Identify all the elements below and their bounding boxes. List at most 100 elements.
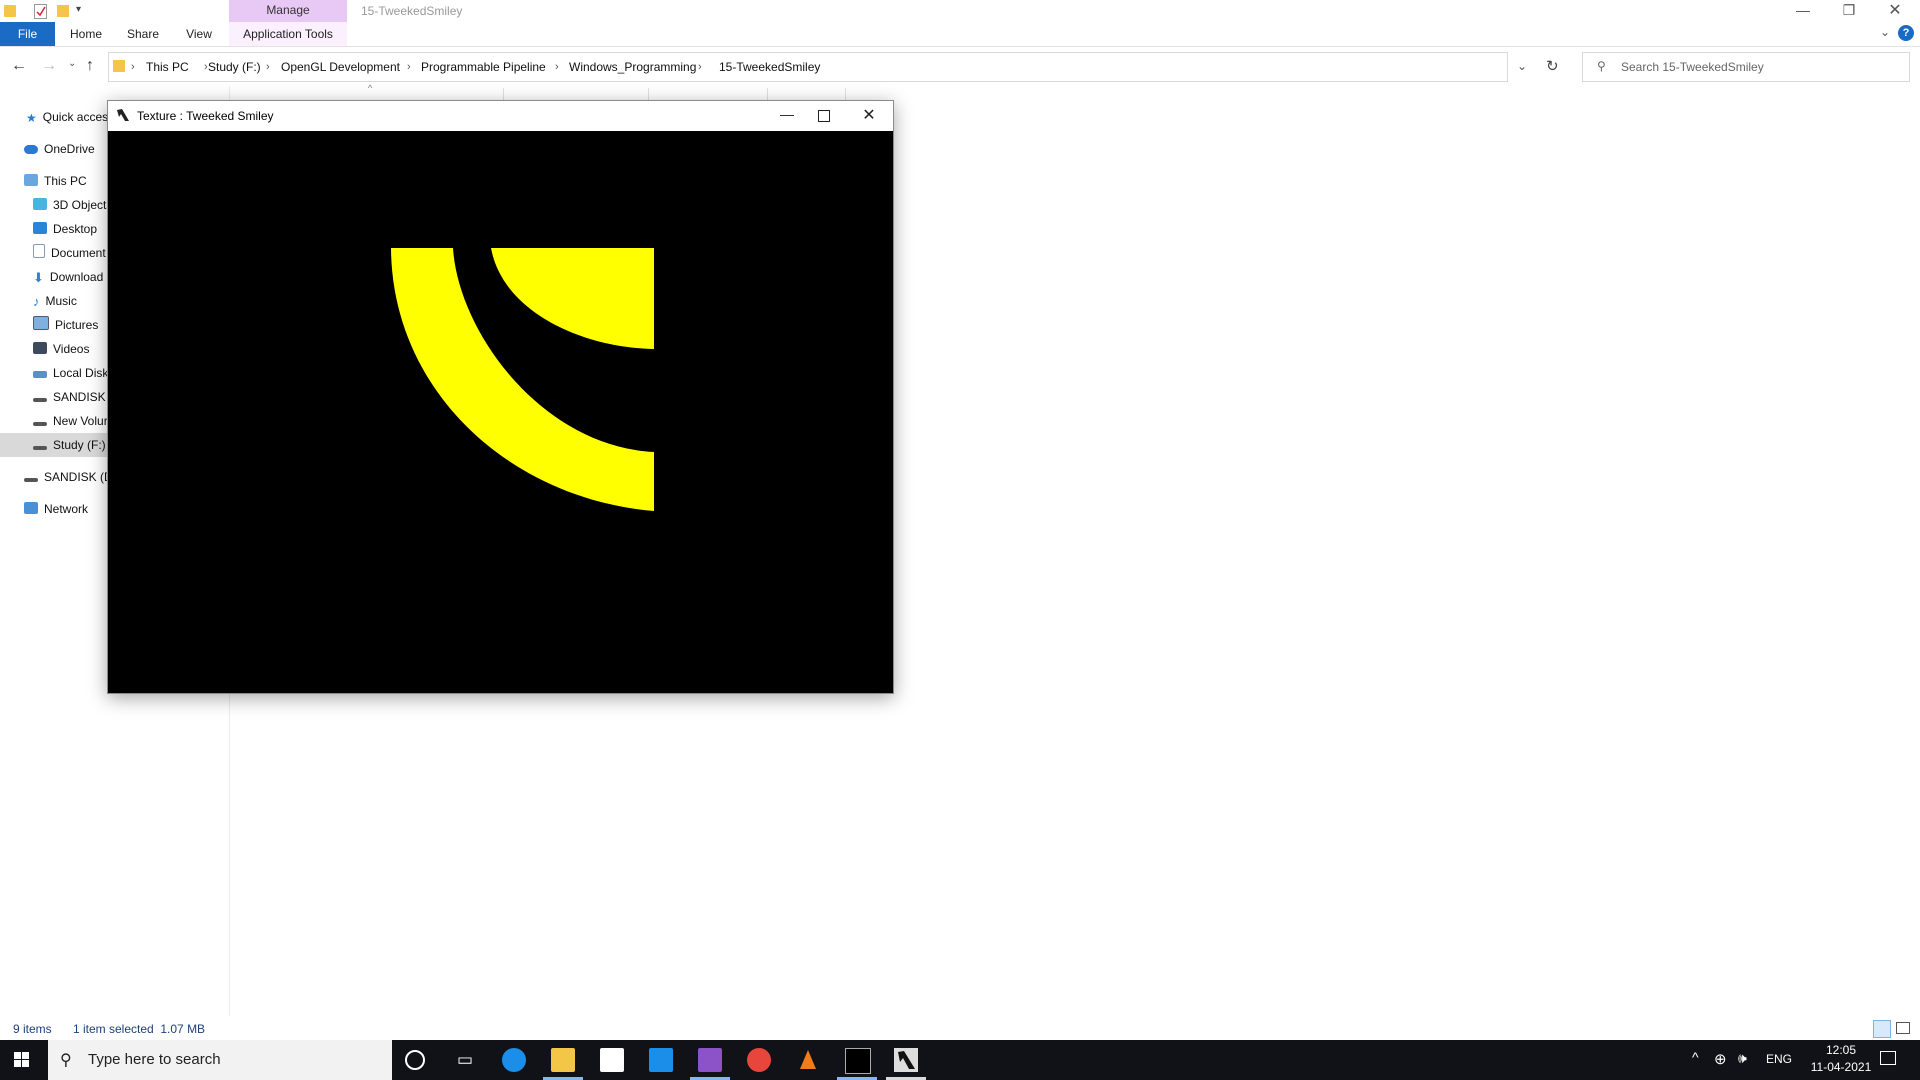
ribbon-expand-icon[interactable]: ⌄	[1880, 25, 1890, 39]
texture-app-taskbar-icon[interactable]	[894, 1048, 918, 1072]
breadcrumb-current-folder[interactable]: 15-TweekedSmiley	[719, 53, 820, 81]
nav-item-music[interactable]: ♪ Music	[33, 290, 77, 312]
drive-icon	[24, 478, 38, 482]
gl-render-canvas[interactable]	[108, 131, 893, 693]
terminal-icon[interactable]	[845, 1048, 871, 1074]
nav-item-study[interactable]: Study (F:)	[33, 434, 106, 456]
nav-item-pictures[interactable]: Pictures	[33, 314, 98, 336]
music-note-icon: ♪	[33, 294, 40, 309]
back-arrow-icon[interactable]: ←	[11, 57, 27, 75]
breadcrumb-opengl-development[interactable]: OpenGL Development	[281, 53, 400, 81]
nav-item-3d-objects[interactable]: 3D Objects	[33, 194, 112, 216]
microsoft-store-icon[interactable]	[600, 1048, 624, 1072]
tweaked-smiley-render	[391, 248, 654, 511]
nav-label: 3D Objects	[53, 198, 113, 212]
edge-browser-icon[interactable]	[502, 1048, 526, 1072]
forward-arrow-icon[interactable]: →	[41, 57, 57, 75]
nav-item-sandisk[interactable]: SANDISK (	[33, 386, 113, 408]
nav-label: SANDISK (	[53, 390, 114, 404]
breadcrumb-this-pc[interactable]: This PC	[146, 53, 189, 81]
breadcrumb-programmable-pipeline[interactable]: Programmable Pipeline	[421, 53, 546, 81]
tab-file[interactable]: File	[0, 22, 55, 46]
show-hidden-icons-chevron-icon[interactable]: ^	[1692, 1049, 1699, 1065]
clock-date[interactable]: 11-04-2021	[1800, 1060, 1882, 1074]
search-icon: ⚲	[1597, 59, 1606, 73]
computer-icon	[24, 174, 38, 186]
vlc-icon[interactable]	[796, 1048, 820, 1072]
nav-item-downloads[interactable]: ⬇ Download	[33, 266, 103, 288]
taskbar-search-placeholder: Type here to search	[88, 1051, 221, 1068]
address-bar[interactable]: › This PC › Study (F:) › OpenGL Developm…	[108, 52, 1527, 82]
sort-up-icon: ^	[368, 83, 373, 93]
nav-item-sandisk-d[interactable]: SANDISK (D	[24, 466, 113, 488]
help-icon[interactable]: ?	[1898, 25, 1914, 41]
nav-label: Local Disk	[53, 366, 109, 380]
explorer-restore-button[interactable]: ❐	[1834, 2, 1864, 19]
properties-icon[interactable]	[34, 4, 47, 19]
network-globe-icon[interactable]: ⊕	[1714, 1050, 1727, 1068]
nav-label: Download	[49, 270, 104, 284]
nav-item-desktop[interactable]: Desktop	[33, 218, 97, 240]
explorer-close-button[interactable]: ✕	[1880, 0, 1910, 20]
cortana-icon[interactable]	[405, 1050, 425, 1070]
new-folder-icon[interactable]	[57, 5, 69, 17]
large-icons-view-icon[interactable]	[1896, 1022, 1910, 1034]
tab-manage[interactable]: Manage	[229, 0, 347, 20]
recent-locations-chevron-icon[interactable]: ⌄	[68, 58, 76, 69]
mail-icon[interactable]	[649, 1048, 673, 1072]
breadcrumb-separator-icon: ›	[266, 61, 270, 73]
drive-icon	[33, 446, 47, 450]
texture-close-button[interactable]: ✕	[849, 105, 889, 125]
task-view-icon[interactable]: ▭	[453, 1048, 477, 1072]
details-view-icon[interactable]	[1873, 1020, 1891, 1038]
tab-view[interactable]: View	[178, 22, 220, 46]
drive-icon	[33, 398, 47, 402]
cloud-icon	[24, 145, 38, 154]
nav-item-this-pc[interactable]: This PC	[24, 170, 87, 192]
nav-label: Document	[51, 246, 106, 260]
ribbon-tabs: File Home Share View Application Tools ⌄…	[0, 22, 1920, 47]
clock-time[interactable]: 12:05	[1818, 1043, 1864, 1057]
explorer-minimize-button[interactable]: —	[1788, 2, 1818, 18]
nav-item-onedrive[interactable]: OneDrive	[24, 138, 95, 160]
input-language[interactable]: ENG	[1766, 1052, 1792, 1066]
cube-icon	[33, 198, 47, 210]
app-icon	[116, 108, 130, 122]
notification-center-icon[interactable]	[1880, 1051, 1896, 1065]
texture-window[interactable]: Texture : Tweeked Smiley — ✕	[107, 100, 894, 694]
quick-access-dropdown-icon[interactable]: ▾	[76, 4, 81, 15]
breadcrumb-study[interactable]: Study (F:)	[208, 53, 261, 81]
nav-label: Videos	[53, 342, 90, 356]
nav-label: This PC	[44, 174, 87, 188]
refresh-icon[interactable]: ↻	[1546, 57, 1559, 75]
search-input[interactable]: ⚲ Search 15-TweekedSmiley	[1582, 52, 1910, 82]
texture-maximize-button[interactable]	[818, 110, 830, 122]
breadcrumb-windows-programming[interactable]: Windows_Programming	[569, 53, 696, 81]
nav-item-network[interactable]: Network	[24, 498, 88, 520]
taskbar-search-box[interactable]: ⚲ Type here to search	[48, 1040, 392, 1080]
pictures-icon	[33, 316, 49, 330]
download-arrow-icon: ⬇	[33, 270, 44, 285]
file-explorer-icon[interactable]	[551, 1048, 575, 1072]
breadcrumb-separator-icon: ›	[698, 61, 702, 73]
texture-window-title-bar[interactable]: Texture : Tweeked Smiley — ✕	[108, 101, 893, 131]
chrome-icon[interactable]	[747, 1048, 771, 1072]
window-title: 15-TweekedSmiley	[361, 4, 463, 18]
nav-item-quick-access[interactable]: ★ Quick acces	[26, 106, 108, 128]
selection-info: 1 item selected 1.07 MB	[73, 1022, 206, 1036]
texture-minimize-button[interactable]: —	[767, 106, 807, 122]
desktop-icon	[33, 222, 47, 234]
visual-studio-icon[interactable]	[698, 1048, 722, 1072]
tab-share[interactable]: Share	[120, 22, 166, 46]
tab-application-tools[interactable]: Application Tools	[229, 22, 347, 46]
nav-item-videos[interactable]: Videos	[33, 338, 89, 360]
nav-label: SANDISK (D	[44, 470, 113, 484]
windows-start-icon[interactable]	[14, 1052, 30, 1068]
nav-item-local-disk[interactable]: Local Disk	[33, 362, 108, 384]
volume-icon[interactable]: 🕪	[1738, 1050, 1747, 1067]
address-dropdown-icon[interactable]: ⌄	[1517, 59, 1527, 73]
nav-item-new-volume[interactable]: New Volur	[33, 410, 108, 432]
up-arrow-icon[interactable]: ↑	[86, 57, 94, 75]
tab-home[interactable]: Home	[64, 22, 108, 46]
nav-item-documents[interactable]: Document	[33, 242, 106, 264]
